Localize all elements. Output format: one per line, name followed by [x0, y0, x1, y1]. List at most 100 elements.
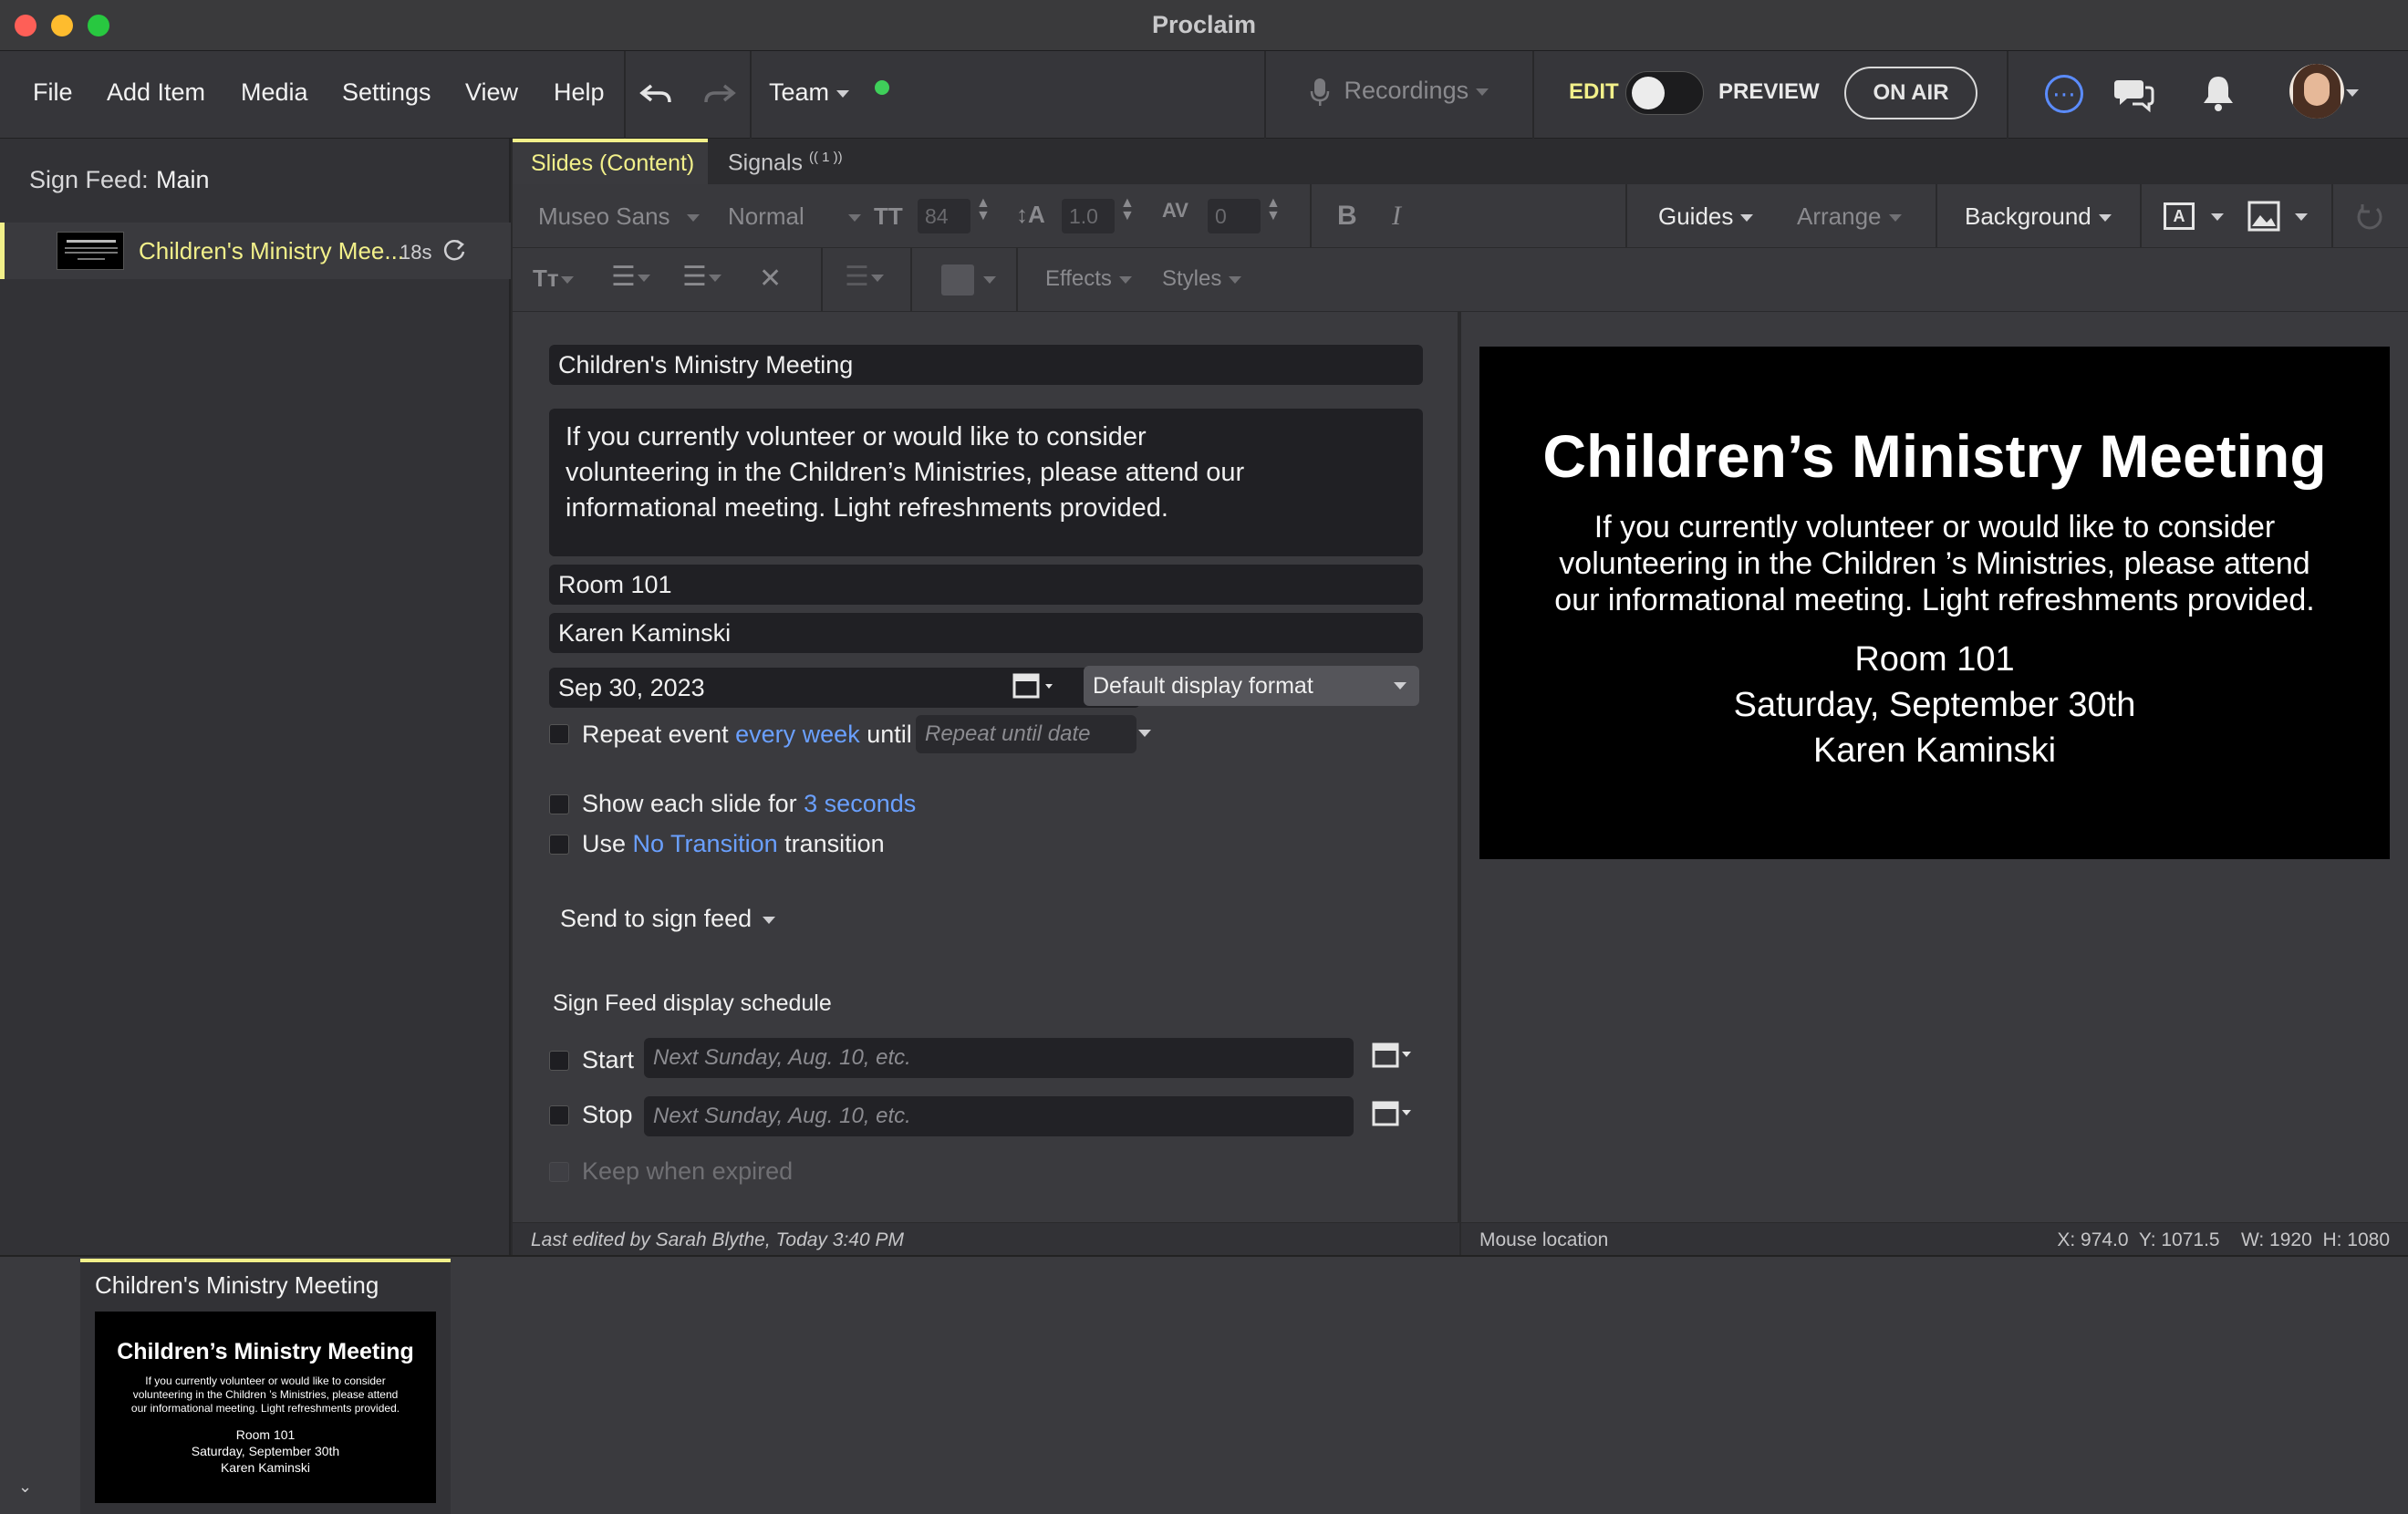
letter-spacing-icon: AV: [1162, 199, 1188, 222]
bullet-list-icon[interactable]: ☰: [611, 261, 650, 293]
team-menu[interactable]: Team: [769, 78, 850, 107]
send-to-sign-feed-button[interactable]: Send to sign feed: [560, 905, 776, 933]
item-thumbnail: [57, 232, 124, 270]
collapse-strip-icon[interactable]: ⌄: [18, 1478, 32, 1497]
slide-card-thumbnail: Children’s Ministry Meeting If you curre…: [95, 1312, 436, 1503]
reset-icon[interactable]: [2353, 201, 2386, 232]
format-toolbar: Museo Sans Normal TT 84 ▲ ▼ ↕A 1.0 ▲ ▼ AV …: [513, 184, 2408, 248]
show-each-slide-label: Show each slide for 3 seconds: [582, 790, 917, 817]
preview-label: PREVIEW: [1718, 79, 1820, 104]
align-icon[interactable]: ☰: [845, 261, 884, 293]
font-size-icon: TT: [874, 202, 903, 230]
slide-card[interactable]: Children's Ministry Meeting Children’s M…: [80, 1259, 451, 1514]
slide-details: Room 101 Saturday, September 30th Karen …: [1733, 640, 2136, 770]
signals-badge: (( 1 )): [808, 150, 843, 165]
styles-menu[interactable]: Styles: [1162, 266, 1242, 292]
window-title: Proclaim: [1151, 11, 1257, 38]
effects-menu[interactable]: Effects: [1045, 266, 1132, 292]
menu-settings[interactable]: Settings: [342, 78, 431, 107]
status-bar: Last edited by Sarah Blythe, Today 3:40 …: [513, 1222, 2408, 1256]
clear-format-icon[interactable]: ✕: [759, 263, 782, 295]
redo-icon[interactable]: [701, 78, 737, 111]
mouse-location-label: Mouse location: [1479, 1229, 1609, 1250]
slide-content-form: Children's Ministry Meeting If you curre…: [513, 312, 1459, 1222]
image-icon[interactable]: [2247, 201, 2280, 232]
menu-view[interactable]: View: [465, 78, 518, 107]
transition-link[interactable]: No Transition: [633, 830, 778, 857]
menu-add-item[interactable]: Add Item: [107, 78, 205, 107]
start-checkbox[interactable]: [549, 1051, 569, 1071]
slide-card-title: Children's Ministry Meeting: [95, 1271, 379, 1299]
start-date-field[interactable]: Next Sunday, Aug. 10, etc.: [644, 1038, 1354, 1078]
on-air-button[interactable]: ON AIR: [1844, 67, 1977, 119]
content-tabs: Slides (Content) Signals (( 1 )): [513, 139, 2408, 184]
item-title: Children's Ministry Mee...: [139, 237, 405, 264]
bold-button[interactable]: B: [1337, 201, 1357, 232]
line-height-input[interactable]: 1.0: [1062, 199, 1115, 233]
body-text-field[interactable]: If you currently volunteer or would like…: [549, 409, 1423, 556]
sign-feed-selector[interactable]: Main: [156, 166, 210, 194]
edit-label: EDIT: [1569, 79, 1619, 104]
slide-body: If you currently volunteer or would like…: [1554, 510, 2315, 617]
schedule-heading: Sign Feed display schedule: [553, 990, 832, 1016]
transition-label: Use No Transition transition: [582, 830, 885, 857]
status-dot: [875, 80, 889, 95]
slide-title: Children’s Ministry Meeting: [1542, 422, 2327, 490]
start-label: Start: [582, 1046, 635, 1073]
slide-duration-link[interactable]: 3 seconds: [804, 790, 916, 817]
location-field[interactable]: Room 101: [549, 565, 1423, 605]
refresh-icon[interactable]: [441, 237, 467, 263]
repeat-event-label: Repeat event every week until: [582, 721, 912, 748]
stop-checkbox[interactable]: [549, 1105, 569, 1125]
sign-feed-item[interactable]: Children's Ministry Mee... 18s: [0, 223, 511, 279]
start-calendar-icon[interactable]: [1372, 1040, 1419, 1073]
line-height-icon: ↕A: [1016, 201, 1045, 228]
menu-help[interactable]: Help: [554, 78, 605, 107]
keep-when-expired-label: Keep when expired: [582, 1157, 794, 1185]
microphone-icon: [1310, 78, 1330, 106]
background-menu[interactable]: Background: [1965, 202, 2112, 231]
arrange-menu[interactable]: Arrange: [1797, 202, 1902, 231]
text-color-swatch[interactable]: [941, 264, 974, 296]
notification-bell-icon[interactable]: [2200, 73, 2237, 113]
last-edited-text: Last edited by Sarah Blythe, Today 3:40 …: [531, 1229, 904, 1250]
show-each-slide-checkbox[interactable]: [549, 794, 569, 814]
menu-file[interactable]: File: [33, 78, 73, 107]
font-weight-select[interactable]: Normal: [728, 202, 861, 231]
edit-preview-toggle[interactable]: [1625, 71, 1704, 115]
chevron-down-icon[interactable]: [2346, 89, 2359, 97]
text-size-icon[interactable]: Tт: [533, 264, 574, 293]
letter-spacing-input[interactable]: 0: [1208, 199, 1261, 233]
more-options-icon[interactable]: ⋯: [2045, 75, 2083, 113]
user-avatar[interactable]: [2289, 64, 2344, 119]
calendar-icon[interactable]: [1012, 670, 1060, 703]
slide-preview[interactable]: Children’s Ministry Meeting If you curre…: [1479, 347, 2390, 859]
title-field[interactable]: Children's Ministry Meeting: [549, 345, 1423, 385]
font-size-input[interactable]: 84: [918, 199, 970, 233]
font-family-select[interactable]: Museo Sans: [538, 202, 700, 231]
repeat-frequency-link[interactable]: every week: [735, 721, 860, 748]
slide-preview-pane: Children’s Ministry Meeting If you curre…: [1461, 312, 2408, 1222]
indent-icon[interactable]: ☰: [682, 261, 721, 293]
tab-signals[interactable]: Signals (( 1 )): [728, 150, 843, 176]
repeat-event-checkbox[interactable]: [549, 724, 569, 744]
menu-media[interactable]: Media: [241, 78, 308, 107]
guides-menu[interactable]: Guides: [1658, 202, 1754, 231]
stop-calendar-icon[interactable]: [1372, 1098, 1419, 1131]
slide-strip: Children's Ministry Meeting Children’s M…: [0, 1255, 2408, 1514]
menu-bar: File Add Item Media Settings View Help T…: [0, 51, 2408, 139]
tab-slides-content[interactable]: Slides (Content): [513, 139, 708, 184]
recordings-button[interactable]: Recordings: [1310, 77, 1489, 108]
italic-button[interactable]: I: [1392, 201, 1401, 232]
stop-date-field[interactable]: Next Sunday, Aug. 10, etc.: [644, 1096, 1354, 1136]
sign-feed-label: Sign Feed:: [29, 166, 149, 193]
chat-icon[interactable]: [2112, 75, 2154, 113]
repeat-until-field[interactable]: Repeat until date: [916, 715, 1137, 753]
text-box-icon[interactable]: A: [2164, 202, 2195, 230]
stop-label: Stop: [582, 1101, 633, 1128]
display-format-select[interactable]: Default display format: [1084, 666, 1419, 706]
transition-checkbox[interactable]: [549, 835, 569, 855]
undo-icon[interactable]: [638, 78, 675, 111]
keep-when-expired-checkbox[interactable]: [549, 1162, 569, 1182]
contact-field[interactable]: Karen Kaminski: [549, 613, 1423, 653]
